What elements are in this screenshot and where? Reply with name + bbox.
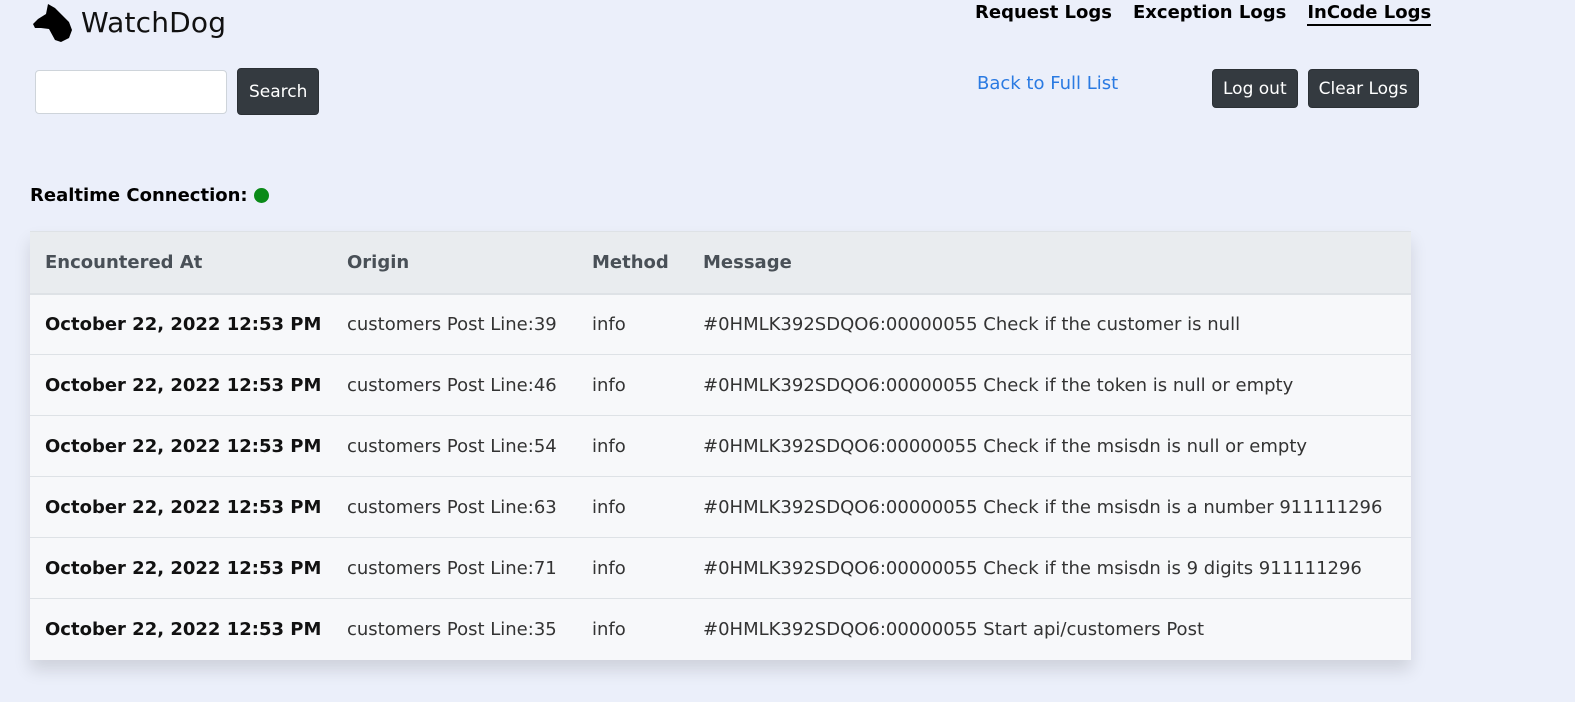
clear-logs-button[interactable]: Clear Logs <box>1307 69 1419 108</box>
cell-method: info <box>577 293 688 355</box>
back-to-full-list-link[interactable]: Back to Full List <box>977 73 1118 94</box>
cell-encountered-at: October 22, 2022 12:53 PM <box>30 354 332 416</box>
header-origin[interactable]: Origin <box>332 231 577 295</box>
cell-method: info <box>577 415 688 477</box>
cell-origin: customers Post Line:71 <box>332 537 577 599</box>
cell-message: #0HMLK392SDQO6:00000055 Check if the cus… <box>688 293 1411 355</box>
cell-origin: customers Post Line:46 <box>332 354 577 416</box>
header-message[interactable]: Message <box>688 231 1411 295</box>
cell-method: info <box>577 476 688 538</box>
cell-origin: customers Post Line:39 <box>332 293 577 355</box>
cell-origin: customers Post Line:54 <box>332 415 577 477</box>
cell-encountered-at: October 22, 2022 12:53 PM <box>30 293 332 355</box>
action-buttons: Log out Clear Logs <box>1212 69 1419 108</box>
realtime-connection: Realtime Connection: <box>30 185 269 206</box>
table-row[interactable]: October 22, 2022 12:53 PM customers Post… <box>30 598 1411 660</box>
cell-encountered-at: October 22, 2022 12:53 PM <box>30 537 332 599</box>
cell-message: #0HMLK392SDQO6:00000055 Check if the msi… <box>688 537 1411 599</box>
cell-encountered-at: October 22, 2022 12:53 PM <box>30 476 332 538</box>
nav-request-logs[interactable]: Request Logs <box>975 2 1112 26</box>
logs-table-container: Encountered At Origin Method Message Oct… <box>30 231 1411 660</box>
cell-method: info <box>577 537 688 599</box>
cell-origin: customers Post Line:63 <box>332 476 577 538</box>
top-nav: Request Logs Exception Logs InCode Logs <box>975 2 1432 26</box>
search-input[interactable] <box>35 69 227 114</box>
brand-name: WatchDog <box>81 5 227 39</box>
cell-message: #0HMLK392SDQO6:00000055 Check if the tok… <box>688 354 1411 416</box>
header-method[interactable]: Method <box>577 231 688 295</box>
table-row[interactable]: October 22, 2022 12:53 PM customers Post… <box>30 354 1411 416</box>
cell-encountered-at: October 22, 2022 12:53 PM <box>30 598 332 660</box>
table-header-row: Encountered At Origin Method Message <box>30 231 1411 295</box>
cell-message: #0HMLK392SDQO6:00000055 Check if the msi… <box>688 476 1411 538</box>
table-row[interactable]: October 22, 2022 12:53 PM customers Post… <box>30 415 1411 477</box>
cell-method: info <box>577 354 688 416</box>
cell-message: #0HMLK392SDQO6:00000055 Start api/custom… <box>688 598 1411 660</box>
dog-head-icon <box>33 4 72 42</box>
cell-message: #0HMLK392SDQO6:00000055 Check if the msi… <box>688 415 1411 477</box>
header-encountered-at[interactable]: Encountered At <box>30 231 332 295</box>
logout-button[interactable]: Log out <box>1212 69 1298 108</box>
cell-origin: customers Post Line:35 <box>332 598 577 660</box>
cell-encountered-at: October 22, 2022 12:53 PM <box>30 415 332 477</box>
table-row[interactable]: October 22, 2022 12:53 PM customers Post… <box>30 293 1411 355</box>
logs-table: Encountered At Origin Method Message Oct… <box>30 231 1411 660</box>
table-row[interactable]: October 22, 2022 12:53 PM customers Post… <box>30 476 1411 538</box>
brand[interactable]: WatchDog <box>31 2 226 42</box>
connection-status-dot <box>253 188 269 203</box>
search-bar: Search <box>35 68 320 115</box>
nav-exception-logs[interactable]: Exception Logs <box>1133 2 1286 26</box>
table-row[interactable]: October 22, 2022 12:53 PM customers Post… <box>30 537 1411 599</box>
cell-method: info <box>577 598 688 660</box>
search-button[interactable]: Search <box>237 68 320 115</box>
nav-incode-logs[interactable]: InCode Logs <box>1307 2 1432 26</box>
realtime-label: Realtime Connection: <box>30 185 248 206</box>
